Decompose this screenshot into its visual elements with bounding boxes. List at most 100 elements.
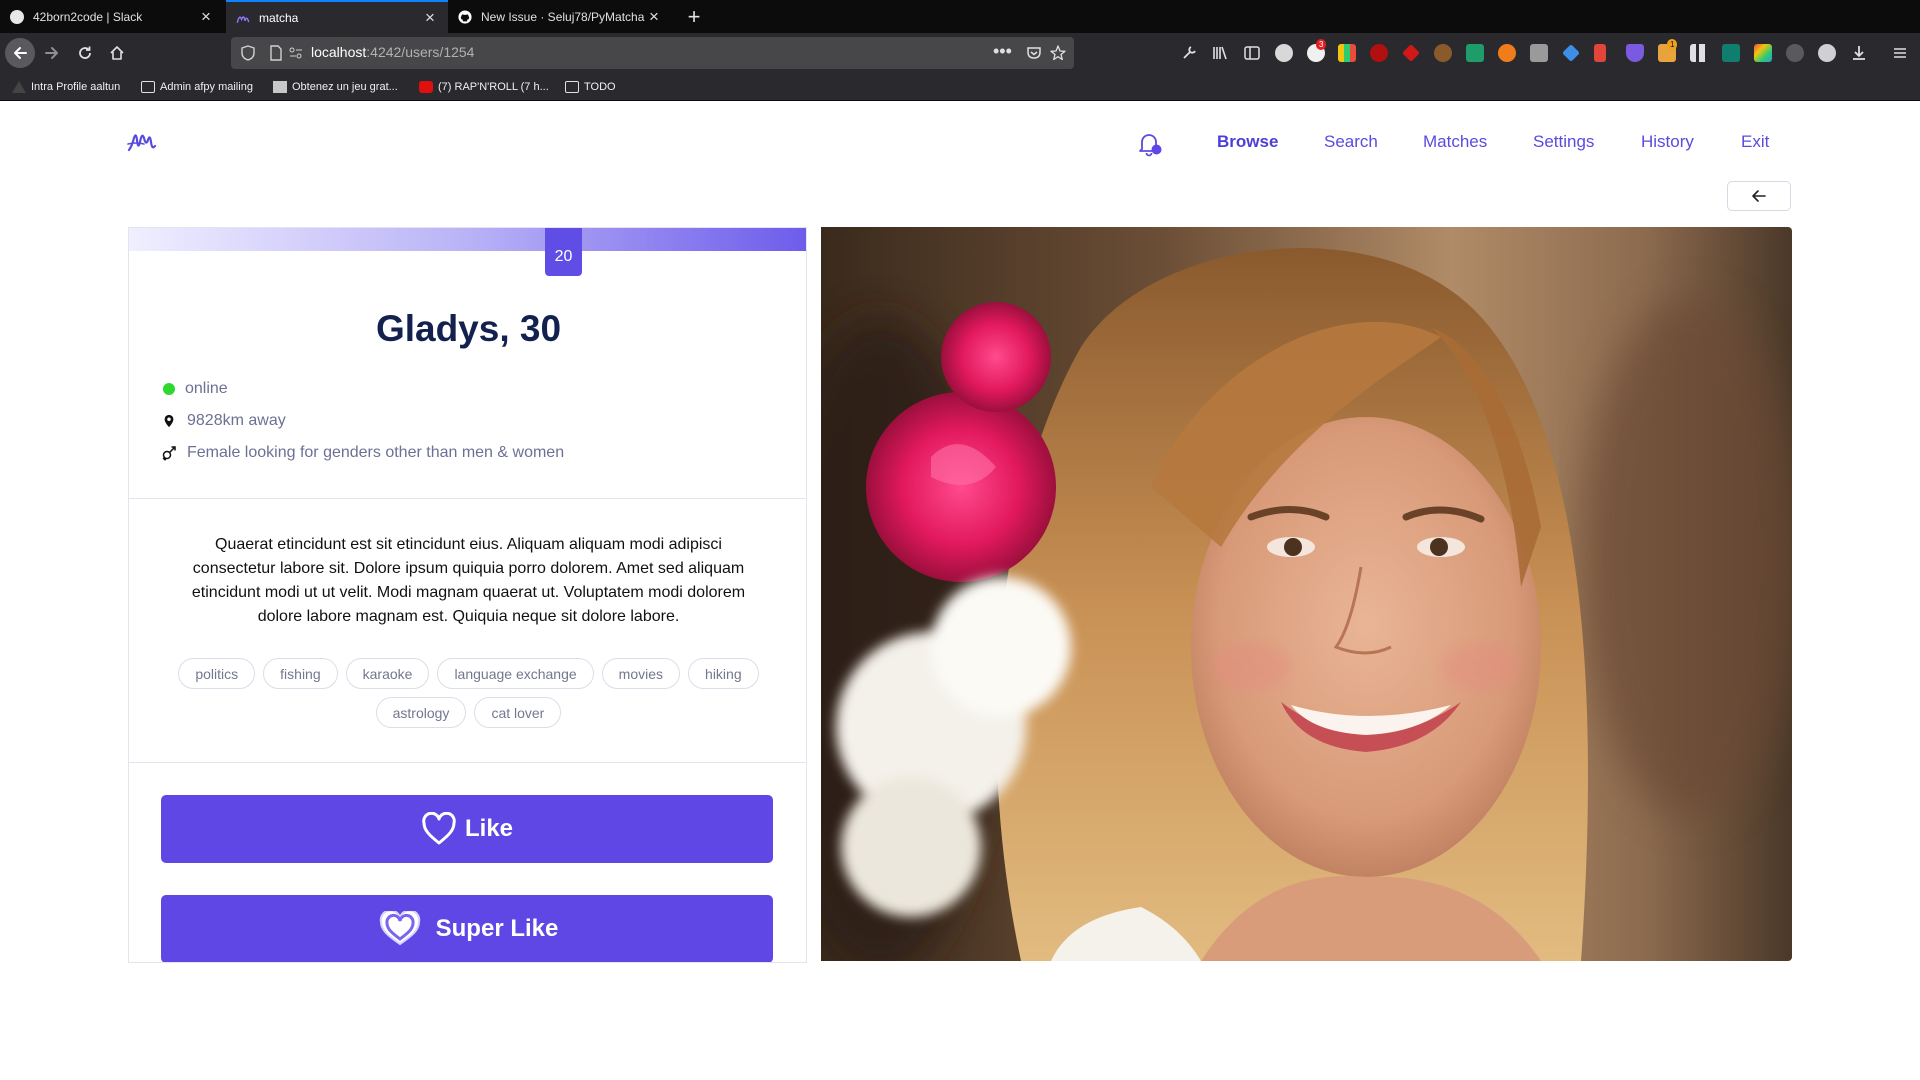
permissions-icon[interactable] [287, 44, 305, 62]
distance-text: 9828km away [187, 412, 286, 429]
super-like-label: Super Like [435, 915, 559, 942]
bookmark-jeu-gratuit[interactable]: Obtenez un jeu grat... [273, 79, 398, 95]
hamburger-menu-icon[interactable] [1891, 44, 1909, 62]
orange-extension-icon[interactable] [1498, 44, 1516, 62]
k-extension-icon[interactable] [1530, 44, 1548, 62]
back-button[interactable] [1727, 181, 1791, 211]
library-icon[interactable] [1211, 44, 1229, 62]
reload-icon [79, 46, 91, 59]
tab-slack[interactable]: 42born2code | Slack × [0, 0, 224, 33]
tag-cat-lover[interactable]: cat lover [474, 697, 562, 728]
bars-extension-icon[interactable] [1338, 44, 1356, 62]
tag-fishing[interactable]: fishing [263, 658, 338, 689]
bookmark-star-icon[interactable] [1049, 44, 1067, 62]
nav-search[interactable]: Search [1324, 132, 1378, 152]
tab-title: matcha [259, 10, 299, 25]
github-badge: 3 [1316, 39, 1327, 50]
like-button[interactable]: Like [161, 795, 773, 863]
matcha-logo-icon[interactable] [126, 128, 158, 156]
new-tab-button[interactable]: + [680, 0, 708, 33]
tab-matcha[interactable]: matcha × [226, 0, 448, 33]
double-heart-icon [379, 911, 420, 946]
pocket-icon[interactable] [1025, 44, 1043, 62]
page-actions-icon[interactable]: ••• [993, 41, 1012, 62]
red-diamond-extension-icon[interactable] [1402, 44, 1420, 62]
online-dot-icon [161, 381, 177, 397]
close-tab-icon[interactable]: × [198, 8, 214, 25]
nav-browse[interactable]: Browse [1217, 132, 1278, 152]
close-tab-icon[interactable]: × [422, 9, 438, 26]
browser-toolbar: localhost:4242/users/1254 ••• 3 1 [0, 33, 1920, 73]
sidebar-icon[interactable] [1243, 44, 1261, 62]
browser-home-button[interactable] [102, 38, 132, 68]
tag-movies[interactable]: movies [601, 658, 681, 689]
close-tab-icon[interactable]: × [646, 8, 662, 25]
online-status: online [161, 380, 228, 398]
folder-icon [141, 81, 155, 93]
orientation-text: Female looking for genders other than me… [187, 444, 565, 461]
cookie-extension-icon[interactable] [1434, 44, 1452, 62]
nav-settings[interactable]: Settings [1533, 132, 1594, 152]
online-status-text: online [185, 380, 228, 397]
bookmark-label: Intra Profile aaltun [31, 81, 121, 93]
profile-photo-image [821, 227, 1792, 961]
bookmark-admin-afpy[interactable]: Admin afpy mailing [141, 79, 253, 95]
s-extension-icon[interactable] [1722, 44, 1740, 62]
tag-astrology[interactable]: astrology [375, 697, 467, 728]
like-label: Like [464, 815, 514, 842]
tag-politics[interactable]: politics [178, 658, 256, 689]
nav-history[interactable]: History [1641, 132, 1694, 152]
arrow-left-icon [1752, 190, 1766, 202]
red-bars-extension-icon[interactable] [1594, 44, 1606, 62]
super-like-button[interactable]: Super Like [161, 895, 773, 962]
colorful-extension-icon[interactable] [1754, 44, 1772, 62]
interest-tags: politics fishing karaoke language exchan… [159, 658, 778, 728]
browser-forward-button[interactable] [37, 38, 67, 68]
gender-symbol-icon [161, 445, 177, 461]
divider [129, 498, 806, 499]
orientation: Female looking for genders other than me… [161, 444, 564, 462]
wrench-icon[interactable] [1180, 44, 1198, 62]
arrow-right-icon [45, 47, 58, 59]
grid-extension-icon[interactable] [1690, 44, 1708, 62]
ublock-icon[interactable] [1370, 44, 1388, 62]
home-icon [110, 46, 124, 60]
nav-exit[interactable]: Exit [1741, 132, 1769, 152]
tab-title: New Issue · Seluj78/PyMatcha [481, 9, 645, 24]
github-favicon-icon [458, 9, 472, 24]
score-badge: 20 [545, 228, 582, 276]
bookmark-todo[interactable]: TODO [565, 79, 616, 95]
nav-matches[interactable]: Matches [1423, 132, 1487, 152]
map-pin-icon [161, 413, 177, 429]
green-extension-icon[interactable] [1466, 44, 1484, 62]
dots-extension-icon[interactable] [1786, 44, 1804, 62]
intra-logo-icon [12, 81, 26, 93]
shield-icon[interactable] [239, 44, 257, 62]
page-icon [273, 81, 287, 93]
notification-bell-icon[interactable] [1135, 130, 1163, 158]
extension-icon-mask[interactable] [1275, 44, 1293, 62]
profile-name: Gladys, 30 [375, 308, 562, 349]
arrow-left-icon [14, 47, 27, 59]
matcha-page: Browse Search Matches Settings History E… [0, 101, 1920, 1080]
purple-shield-extension-icon[interactable] [1626, 44, 1644, 62]
browser-reload-button[interactable] [70, 38, 100, 68]
download-icon[interactable] [1850, 44, 1868, 62]
tag-hiking[interactable]: hiking [688, 658, 759, 689]
bookmark-rap-n-roll[interactable]: (7) RAP'N'ROLL (7 h... [419, 79, 549, 95]
blue-diamond-extension-icon[interactable] [1562, 44, 1580, 62]
browser-back-button[interactable] [5, 38, 35, 68]
bookmark-label: Obtenez un jeu grat... [292, 81, 398, 93]
tab-github[interactable]: New Issue · Seluj78/PyMatcha × [448, 0, 672, 33]
matcha-favicon-icon [236, 11, 250, 25]
address-bar[interactable]: localhost:4242/users/1254 ••• [231, 37, 1074, 69]
shield-extension-icon[interactable] [1818, 44, 1836, 62]
tag-karaoke[interactable]: karaoke [345, 658, 430, 689]
profile-card[interactable]: 20 Gladys, 30 online 9828km away Female … [128, 227, 807, 963]
profile-photo[interactable] [821, 227, 1792, 961]
page-info-icon[interactable] [267, 44, 285, 62]
tag-language-exchange[interactable]: language exchange [437, 658, 594, 689]
folder-icon [565, 81, 579, 93]
url-text[interactable]: localhost:4242/users/1254 [311, 44, 474, 60]
bookmark-intra[interactable]: Intra Profile aaltun [12, 79, 120, 95]
